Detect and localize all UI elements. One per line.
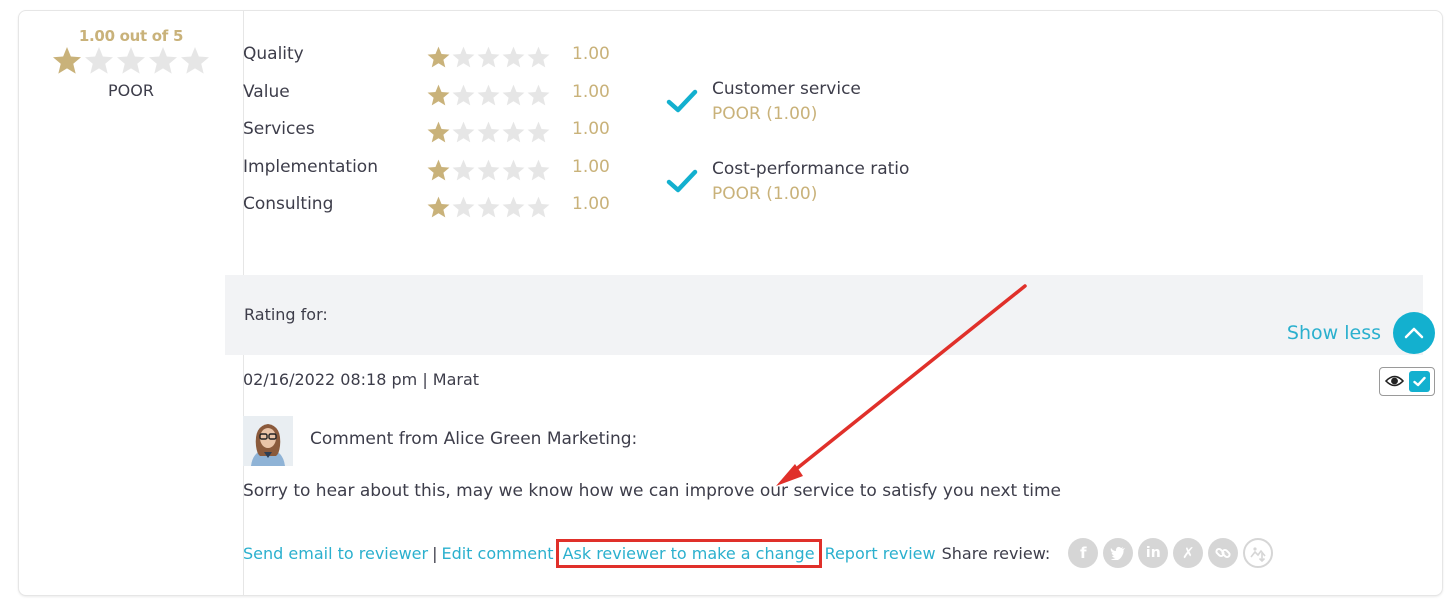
- show-less-button[interactable]: [1393, 312, 1435, 354]
- star-empty-icon: [452, 196, 475, 218]
- star-filled-icon: [427, 84, 450, 106]
- criteria-value: 1.00: [572, 44, 610, 64]
- criteria-stars: [426, 158, 551, 183]
- star-filled-icon: [427, 46, 450, 68]
- show-less-toggle[interactable]: Show less: [1287, 312, 1435, 354]
- criteria-value: 1.00: [572, 194, 610, 214]
- criteria-row-consulting: Consulting 1.00: [243, 194, 643, 218]
- star-empty-icon: [477, 46, 500, 68]
- star-empty-icon: [502, 121, 525, 143]
- separator: |: [432, 543, 438, 563]
- star-empty-icon: [527, 196, 550, 218]
- checkmark-icon: [666, 169, 698, 193]
- star-filled-icon: [427, 121, 450, 143]
- avatar: [243, 416, 293, 466]
- star-empty-icon: [477, 121, 500, 143]
- criteria-label: Consulting: [243, 194, 334, 214]
- criteria-row-quality: Quality 1.00: [243, 44, 643, 68]
- criteria-stars: [426, 120, 551, 145]
- overall-score: 1.00 out of 5: [78, 27, 184, 45]
- star-empty-icon: [527, 46, 550, 68]
- star-empty-icon: [149, 47, 177, 74]
- chevron-up-icon: [1404, 327, 1424, 339]
- image-share-icon[interactable]: [1243, 538, 1274, 568]
- star-empty-icon: [477, 196, 500, 218]
- star-empty-icon: [502, 196, 525, 218]
- comment-author: Comment from Alice Green Marketing:: [310, 429, 638, 449]
- checkmark-icon: [666, 89, 698, 113]
- avatar-image: [243, 416, 293, 466]
- star-empty-icon: [527, 159, 550, 181]
- overall-rating-panel: 1.00 out of 5 POOR: [19, 11, 244, 595]
- report-review-link[interactable]: Report review: [825, 544, 936, 563]
- recommendation-value: POOR (1.00): [712, 184, 818, 204]
- rating-for-section: Rating for:: [225, 275, 1423, 355]
- star-empty-icon: [527, 84, 550, 106]
- star-empty-icon: [85, 47, 113, 74]
- criteria-row-value: Value 1.00: [243, 82, 643, 106]
- share-icons: f in ✗: [1068, 538, 1278, 568]
- criteria-label: Value: [243, 82, 290, 102]
- recommendation-title: Cost-performance ratio: [712, 159, 910, 179]
- facebook-icon[interactable]: f: [1068, 538, 1099, 568]
- star-empty-icon: [502, 159, 525, 181]
- twitter-icon[interactable]: [1103, 538, 1134, 568]
- show-less-label[interactable]: Show less: [1287, 322, 1381, 344]
- criteria-label: Services: [243, 119, 315, 139]
- overall-label: POOR: [108, 81, 154, 100]
- star-empty-icon: [502, 84, 525, 106]
- star-filled-icon: [427, 196, 450, 218]
- star-empty-icon: [477, 84, 500, 106]
- ask-change-link[interactable]: Ask reviewer to make a change: [563, 544, 815, 563]
- eye-icon: [1385, 375, 1404, 387]
- criteria-stars: [426, 83, 551, 108]
- recommendation-title: Customer service: [712, 79, 861, 99]
- comment-text: Sorry to hear about this, may we know ho…: [243, 481, 1061, 501]
- xing-icon[interactable]: ✗: [1173, 538, 1204, 568]
- star-empty-icon: [452, 121, 475, 143]
- criteria-row-services: Services 1.00: [243, 119, 643, 143]
- criteria-label: Implementation: [243, 157, 378, 177]
- criteria-value: 1.00: [572, 157, 610, 177]
- star-empty-icon: [452, 159, 475, 181]
- linkedin-icon[interactable]: in: [1138, 538, 1169, 568]
- criteria-value: 1.00: [572, 119, 610, 139]
- send-email-link[interactable]: Send email to reviewer: [243, 544, 428, 563]
- recommendation-value: POOR (1.00): [712, 104, 818, 124]
- star-empty-icon: [452, 46, 475, 68]
- review-actions: Send email to reviewer | Edit comment As…: [243, 538, 1278, 568]
- star-filled-icon: [53, 47, 81, 74]
- checkmark-icon: [1413, 376, 1426, 387]
- criteria-stars: [426, 195, 551, 220]
- criteria-value: 1.00: [572, 82, 610, 102]
- share-label: Share review:: [941, 543, 1051, 563]
- link-icon[interactable]: [1208, 538, 1239, 568]
- visible-checkbox[interactable]: [1409, 371, 1430, 392]
- star-filled-icon: [427, 159, 450, 181]
- review-meta: 02/16/2022 08:18 pm | Marat: [243, 370, 480, 389]
- visibility-toggle[interactable]: [1379, 367, 1435, 396]
- star-empty-icon: [452, 84, 475, 106]
- star-empty-icon: [502, 46, 525, 68]
- criteria-stars: [426, 45, 551, 70]
- overall-stars: [51, 45, 211, 77]
- star-empty-icon: [181, 47, 209, 74]
- criteria-label: Quality: [243, 44, 304, 64]
- annotation-highlight-box: Ask reviewer to make a change: [555, 538, 822, 568]
- star-empty-icon: [527, 121, 550, 143]
- edit-comment-link[interactable]: Edit comment: [441, 544, 553, 563]
- star-empty-icon: [477, 159, 500, 181]
- criteria-row-implementation: Implementation 1.00: [243, 157, 643, 181]
- rating-for-label: Rating for:: [244, 305, 328, 324]
- star-empty-icon: [117, 47, 145, 74]
